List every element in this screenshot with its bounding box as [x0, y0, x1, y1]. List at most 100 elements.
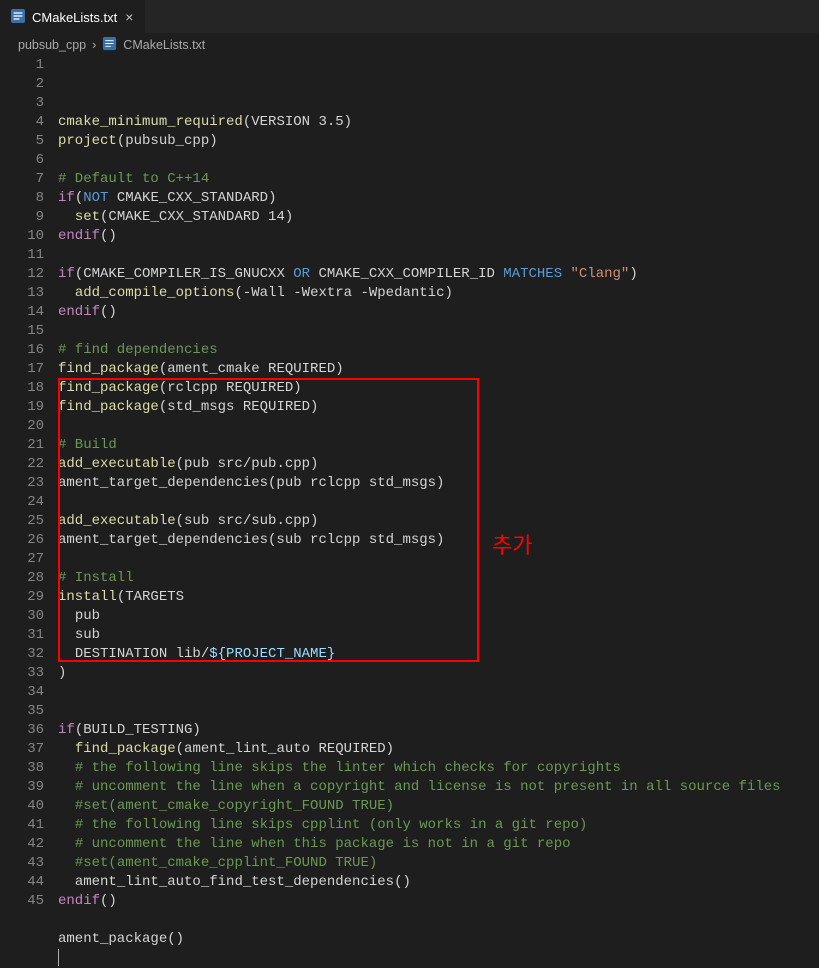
line-number-gutter: 1234567891011121314151617181920212223242… [0, 56, 58, 968]
line-number: 16 [0, 341, 44, 360]
line-number: 8 [0, 189, 44, 208]
line-number: 40 [0, 797, 44, 816]
line-number: 35 [0, 702, 44, 721]
line-number: 22 [0, 455, 44, 474]
line-number: 17 [0, 360, 44, 379]
line-number: 39 [0, 778, 44, 797]
code-line[interactable]: endif() [58, 227, 819, 246]
code-line[interactable]: # Default to C++14 [58, 170, 819, 189]
code-line[interactable]: add_executable(sub src/sub.cpp) [58, 512, 819, 531]
line-number: 27 [0, 550, 44, 569]
line-number: 9 [0, 208, 44, 227]
line-number: 10 [0, 227, 44, 246]
line-number: 23 [0, 474, 44, 493]
code-line[interactable] [58, 246, 819, 265]
code-line[interactable]: # the following line skips cpplint (only… [58, 816, 819, 835]
code-line[interactable]: install(TARGETS [58, 588, 819, 607]
line-number: 1 [0, 56, 44, 75]
code-line[interactable]: if(NOT CMAKE_CXX_STANDARD) [58, 189, 819, 208]
code-line[interactable] [58, 417, 819, 436]
code-line[interactable]: add_executable(pub src/pub.cpp) [58, 455, 819, 474]
code-line[interactable]: if(CMAKE_COMPILER_IS_GNUCXX OR CMAKE_CXX… [58, 265, 819, 284]
line-number: 38 [0, 759, 44, 778]
line-number: 4 [0, 113, 44, 132]
code-line[interactable]: if(BUILD_TESTING) [58, 721, 819, 740]
breadcrumb-folder[interactable]: pubsub_cpp [18, 38, 86, 52]
code-line[interactable]: # find dependencies [58, 341, 819, 360]
line-number: 32 [0, 645, 44, 664]
line-number: 18 [0, 379, 44, 398]
breadcrumb-file[interactable]: CMakeLists.txt [123, 38, 205, 52]
close-icon[interactable]: × [123, 9, 135, 25]
text-cursor [58, 949, 59, 966]
breadcrumb[interactable]: pubsub_cpp › CMakeLists.txt [0, 34, 819, 56]
code-line[interactable]: sub [58, 626, 819, 645]
line-number: 5 [0, 132, 44, 151]
line-number: 43 [0, 854, 44, 873]
code-line[interactable]: ament_target_dependencies(pub rclcpp std… [58, 474, 819, 493]
line-number: 31 [0, 626, 44, 645]
line-number: 33 [0, 664, 44, 683]
line-number: 37 [0, 740, 44, 759]
line-number: 41 [0, 816, 44, 835]
line-number: 28 [0, 569, 44, 588]
code-line[interactable] [58, 949, 819, 968]
line-number: 45 [0, 892, 44, 911]
tab-bar: CMakeLists.txt × [0, 0, 819, 34]
code-line[interactable]: #set(ament_cmake_cpplint_FOUND TRUE) [58, 854, 819, 873]
code-line[interactable]: # the following line skips the linter wh… [58, 759, 819, 778]
line-number: 19 [0, 398, 44, 417]
line-number: 3 [0, 94, 44, 113]
code-line[interactable] [58, 550, 819, 569]
code-line[interactable]: add_compile_options(-Wall -Wextra -Wpeda… [58, 284, 819, 303]
code-line[interactable] [58, 911, 819, 930]
line-number: 34 [0, 683, 44, 702]
line-number: 21 [0, 436, 44, 455]
line-number: 44 [0, 873, 44, 892]
line-number: 42 [0, 835, 44, 854]
line-number: 24 [0, 493, 44, 512]
code-line[interactable]: find_package(rclcpp REQUIRED) [58, 379, 819, 398]
chevron-right-icon: › [92, 38, 96, 52]
code-line[interactable] [58, 702, 819, 721]
line-number: 20 [0, 417, 44, 436]
code-line[interactable] [58, 151, 819, 170]
code-line[interactable] [58, 683, 819, 702]
code-line[interactable]: find_package(ament_lint_auto REQUIRED) [58, 740, 819, 759]
code-line[interactable]: project(pubsub_cpp) [58, 132, 819, 151]
line-number: 6 [0, 151, 44, 170]
code-line[interactable]: #set(ament_cmake_copyright_FOUND TRUE) [58, 797, 819, 816]
code-line[interactable]: pub [58, 607, 819, 626]
code-line[interactable]: # Build [58, 436, 819, 455]
code-line[interactable]: set(CMAKE_CXX_STANDARD 14) [58, 208, 819, 227]
code-line[interactable]: find_package(ament_cmake REQUIRED) [58, 360, 819, 379]
code-line[interactable]: cmake_minimum_required(VERSION 3.5) [58, 113, 819, 132]
cmake-file-icon [102, 36, 117, 54]
tab-label: CMakeLists.txt [32, 10, 117, 25]
code-line[interactable]: endif() [58, 892, 819, 911]
code-line[interactable]: # Install [58, 569, 819, 588]
code-line[interactable]: endif() [58, 303, 819, 322]
line-number: 15 [0, 322, 44, 341]
code-line[interactable]: # uncomment the line when this package i… [58, 835, 819, 854]
editor-tab-cmakelists[interactable]: CMakeLists.txt × [0, 0, 145, 33]
code-content[interactable]: cmake_minimum_required(VERSION 3.5)proje… [58, 56, 819, 968]
line-number: 25 [0, 512, 44, 531]
code-line[interactable] [58, 322, 819, 341]
line-number: 12 [0, 265, 44, 284]
code-line[interactable]: find_package(std_msgs REQUIRED) [58, 398, 819, 417]
code-line[interactable]: ament_package() [58, 930, 819, 949]
code-line[interactable]: DESTINATION lib/${PROJECT_NAME} [58, 645, 819, 664]
line-number: 26 [0, 531, 44, 550]
line-number: 13 [0, 284, 44, 303]
line-number: 11 [0, 246, 44, 265]
code-line[interactable]: # uncomment the line when a copyright an… [58, 778, 819, 797]
code-line[interactable]: ament_target_dependencies(sub rclcpp std… [58, 531, 819, 550]
line-number: 30 [0, 607, 44, 626]
line-number: 14 [0, 303, 44, 322]
code-editor[interactable]: 1234567891011121314151617181920212223242… [0, 56, 819, 968]
code-line[interactable] [58, 493, 819, 512]
line-number: 2 [0, 75, 44, 94]
code-line[interactable]: ament_lint_auto_find_test_dependencies() [58, 873, 819, 892]
code-line[interactable]: ) [58, 664, 819, 683]
